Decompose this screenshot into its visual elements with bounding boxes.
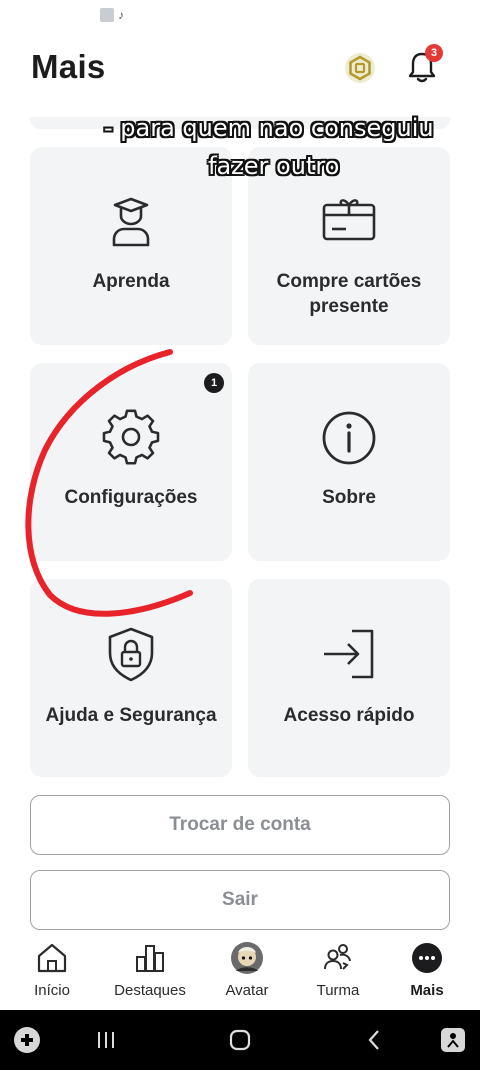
- friends-icon: [324, 944, 351, 970]
- game-launcher-icon[interactable]: [12, 1025, 42, 1055]
- menu-card-learn[interactable]: Aprenda: [30, 147, 232, 345]
- status-icons: ♪: [100, 8, 132, 22]
- robux-icon[interactable]: [344, 52, 376, 84]
- sign-in-icon: [324, 629, 374, 679]
- notification-badge: 3: [425, 44, 443, 62]
- charts-icon: [136, 945, 164, 972]
- recent-apps-icon[interactable]: [91, 1025, 121, 1055]
- menu-card-about[interactable]: Sobre: [248, 363, 450, 561]
- home-icon: [37, 943, 67, 973]
- switch-account-button[interactable]: Trocar de conta: [30, 795, 450, 855]
- logout-button[interactable]: Sair: [30, 870, 450, 930]
- avatar-icon: [231, 942, 263, 974]
- menu-card-label: Acesso rápido: [283, 705, 415, 726]
- home-button-icon[interactable]: [225, 1025, 255, 1055]
- tab-avatar[interactable]: Avatar: [199, 935, 295, 1010]
- tab-more[interactable]: Mais: [379, 935, 475, 1010]
- tab-label: Destaques: [114, 982, 186, 999]
- menu-card-quick-login[interactable]: Acesso rápido: [248, 579, 450, 777]
- menu-card-settings[interactable]: 1 Configurações: [30, 363, 232, 561]
- menu-card-label: Ajuda e Segurança: [45, 705, 217, 726]
- gift-card-icon: [322, 199, 376, 241]
- menu-card-label: Aprenda: [92, 271, 170, 292]
- page-title: Mais: [31, 48, 106, 85]
- gear-icon: [102, 409, 160, 465]
- tab-charts[interactable]: Destaques: [102, 935, 198, 1010]
- more-icon: [412, 943, 442, 973]
- tab-label: Avatar: [225, 982, 269, 999]
- menu-card-help-safety[interactable]: Ajuda e Segurança: [30, 579, 232, 777]
- tab-friends[interactable]: Turma: [290, 935, 386, 1010]
- learn-icon: [112, 197, 150, 247]
- tab-label: Mais: [410, 982, 444, 999]
- settings-badge: 1: [204, 373, 224, 393]
- caption-line-2: fazer outro: [208, 152, 340, 180]
- accessibility-icon[interactable]: [438, 1025, 468, 1055]
- tab-label: Turma: [316, 982, 360, 999]
- tab-home[interactable]: Início: [4, 935, 100, 1010]
- shield-lock-icon: [108, 627, 154, 682]
- tab-label: Início: [34, 982, 70, 999]
- back-button-icon[interactable]: [360, 1025, 390, 1055]
- tiktok-icon: ♪: [118, 8, 124, 22]
- header: Mais: [0, 40, 480, 100]
- menu-card-label: Compre cartões presente: [276, 271, 422, 317]
- status-bar: ♪: [0, 0, 480, 32]
- system-navigation-bar: [0, 1010, 480, 1070]
- info-icon: [322, 411, 376, 465]
- gallery-icon: [100, 8, 114, 22]
- menu-card-label: Configurações: [64, 487, 198, 508]
- menu-card-label: Sobre: [322, 487, 376, 508]
- caption-line-1: - para quem nao conseguiu: [104, 114, 434, 142]
- bottom-tab-bar: Início Destaques Avatar Turma Mais: [0, 935, 480, 1010]
